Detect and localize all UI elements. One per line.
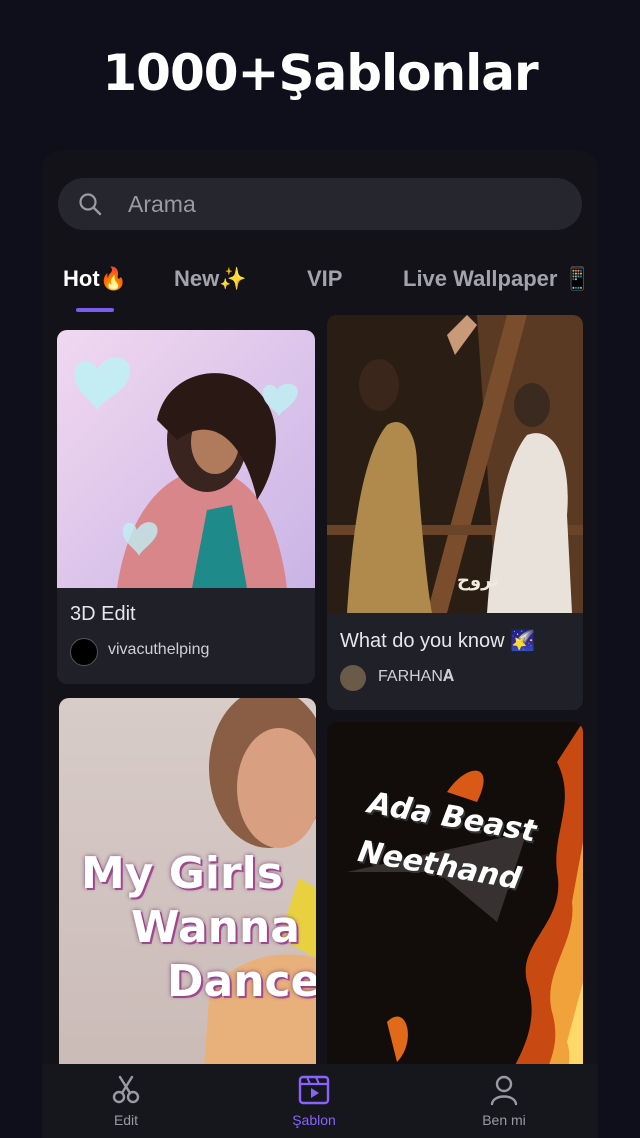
hearts-dance-thumbnail	[57, 330, 315, 588]
nav-edit[interactable]: Edit	[66, 1074, 186, 1134]
overlay-line: Wanna	[131, 902, 300, 953]
nav-profile[interactable]: Ben mi	[444, 1074, 564, 1134]
app-screen: Arama Hot🔥 New✨ VIP Live Wallpaper 📱 3D	[42, 150, 598, 1138]
nav-label: Şablon	[292, 1112, 336, 1128]
tab-vip[interactable]: VIP	[307, 266, 342, 292]
headline: 1000+Şablonlar	[102, 44, 538, 102]
category-tabs: Hot🔥 New✨ VIP Live Wallpaper 📱	[42, 262, 598, 312]
nav-label: Edit	[113, 1112, 139, 1128]
overlay-line: Dance	[167, 956, 316, 1007]
search-placeholder: Arama	[128, 191, 196, 217]
tab-new[interactable]: New✨	[174, 266, 247, 292]
bottom-navigation: Edit Şablon Ben mi	[42, 1064, 598, 1138]
template-author[interactable]: vivacuthelping	[70, 636, 300, 666]
avatar	[70, 638, 98, 666]
tab-live-wallpaper[interactable]: Live Wallpaper 📱	[403, 266, 591, 292]
search-bar[interactable]: Arama	[58, 178, 582, 230]
template-card[interactable]: تروح What do you know 🌠 FARHAN𝐀	[327, 315, 583, 710]
profile-icon	[490, 1075, 518, 1106]
couple-bridge-thumbnail	[327, 315, 583, 613]
author-name: vivacuthelping	[108, 641, 210, 658]
scissors-icon	[112, 1075, 140, 1104]
overlay-line: My Girls	[81, 848, 283, 899]
avatar	[340, 665, 366, 691]
template-title: 3D Edit	[70, 603, 136, 625]
search-icon	[79, 193, 102, 216]
template-icon	[298, 1075, 330, 1105]
arabic-overlay-text: تروح	[457, 570, 500, 591]
nav-template[interactable]: Şablon	[254, 1074, 374, 1134]
tab-hot[interactable]: Hot🔥	[63, 266, 127, 292]
active-tab-indicator	[76, 308, 114, 312]
template-author[interactable]: FARHAN𝐀	[340, 663, 570, 693]
nav-label: Ben mi	[482, 1112, 526, 1128]
author-name: FARHAN𝐀	[378, 668, 455, 685]
template-title: What do you know 🌠	[340, 630, 535, 652]
template-card[interactable]: 3D Edit vivacuthelping	[57, 330, 315, 684]
